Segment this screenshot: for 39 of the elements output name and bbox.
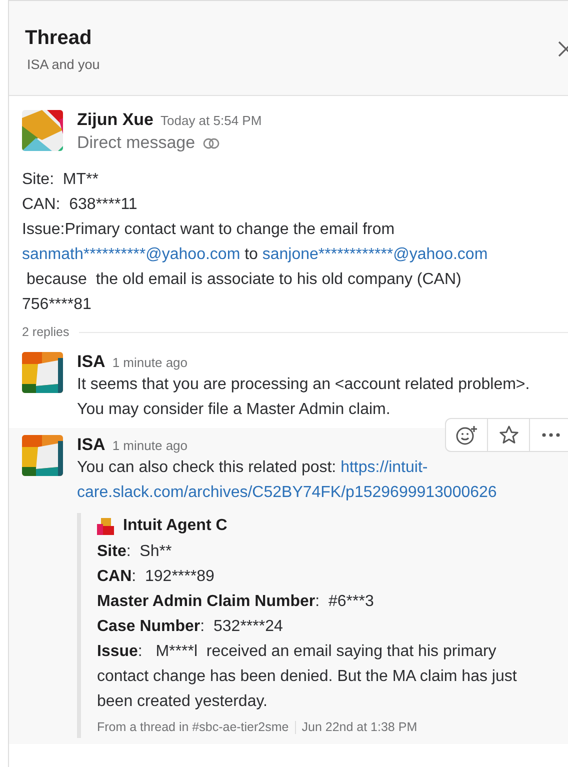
avatar [22, 435, 63, 476]
replies-count: 2 replies [22, 325, 70, 339]
link[interactable]: sanmath**********@yahoo.com [22, 246, 240, 263]
message-text: You may consider file a Master Admin claim. [77, 400, 392, 420]
timestamp[interactable]: Today at 5:54 PM [160, 113, 262, 128]
timestamp[interactable]: 1 minute ago [112, 438, 188, 453]
message-text: Site: MT** [22, 170, 100, 190]
date-text[interactable]: Jun 22nd at 1:38 PM [302, 720, 418, 734]
author-name[interactable]: ISA [77, 352, 106, 372]
channel-label: Direct message [77, 133, 196, 153]
message-text: It seems that you are processing an <account related problem>. [77, 375, 530, 395]
thread-title: Thread [25, 27, 93, 50]
message-text: 756****81 [22, 295, 92, 315]
message-text: Issue:Primary contact want to change the email from [22, 220, 396, 240]
avatar [22, 352, 63, 393]
field-text: Case Number: 532****24 [97, 617, 284, 637]
link[interactable]: https://intuit- [340, 459, 428, 476]
field-text: Master Admin Claim Number: #6***3 [97, 592, 375, 612]
attachment-author: Intuit Agent C [123, 517, 228, 535]
timestamp[interactable]: 1 minute ago [112, 355, 188, 370]
link[interactable]: sanjone************@yahoo.com [262, 246, 488, 263]
star-icon [498, 425, 518, 445]
field-text: Site: Sh** [97, 542, 173, 562]
app-icon [97, 518, 114, 534]
message-text: because the old email is associate to his old company (CAN) [25, 270, 462, 290]
thread-subtitle: ISA and you [26, 57, 100, 72]
avatar [22, 110, 63, 151]
message-text: CAN: 638****11 [22, 195, 138, 215]
message-text: You can also check this related post: https://intuit- [77, 458, 429, 478]
more-icon [542, 433, 560, 437]
link-icon [203, 138, 220, 148]
emoji-icon [456, 425, 478, 445]
source-text: From a thread in #sbc-ae-tier2sme [97, 720, 289, 734]
author-name[interactable]: Zijun Xue [77, 110, 154, 130]
link[interactable]: care.slack.com/archives/C52BY74FK/p1529699913000626 [77, 484, 497, 501]
field-text: Issue: M****l received an email saying that his primary contact change has been denied. But the MA claim has just been created yesterday. [97, 642, 518, 712]
author-name[interactable]: ISA [77, 435, 106, 455]
message-text: sanmath**********@yahoo.com to sanjone************@yahoo.com [22, 245, 489, 265]
field-text: CAN: 192****89 [97, 567, 216, 587]
